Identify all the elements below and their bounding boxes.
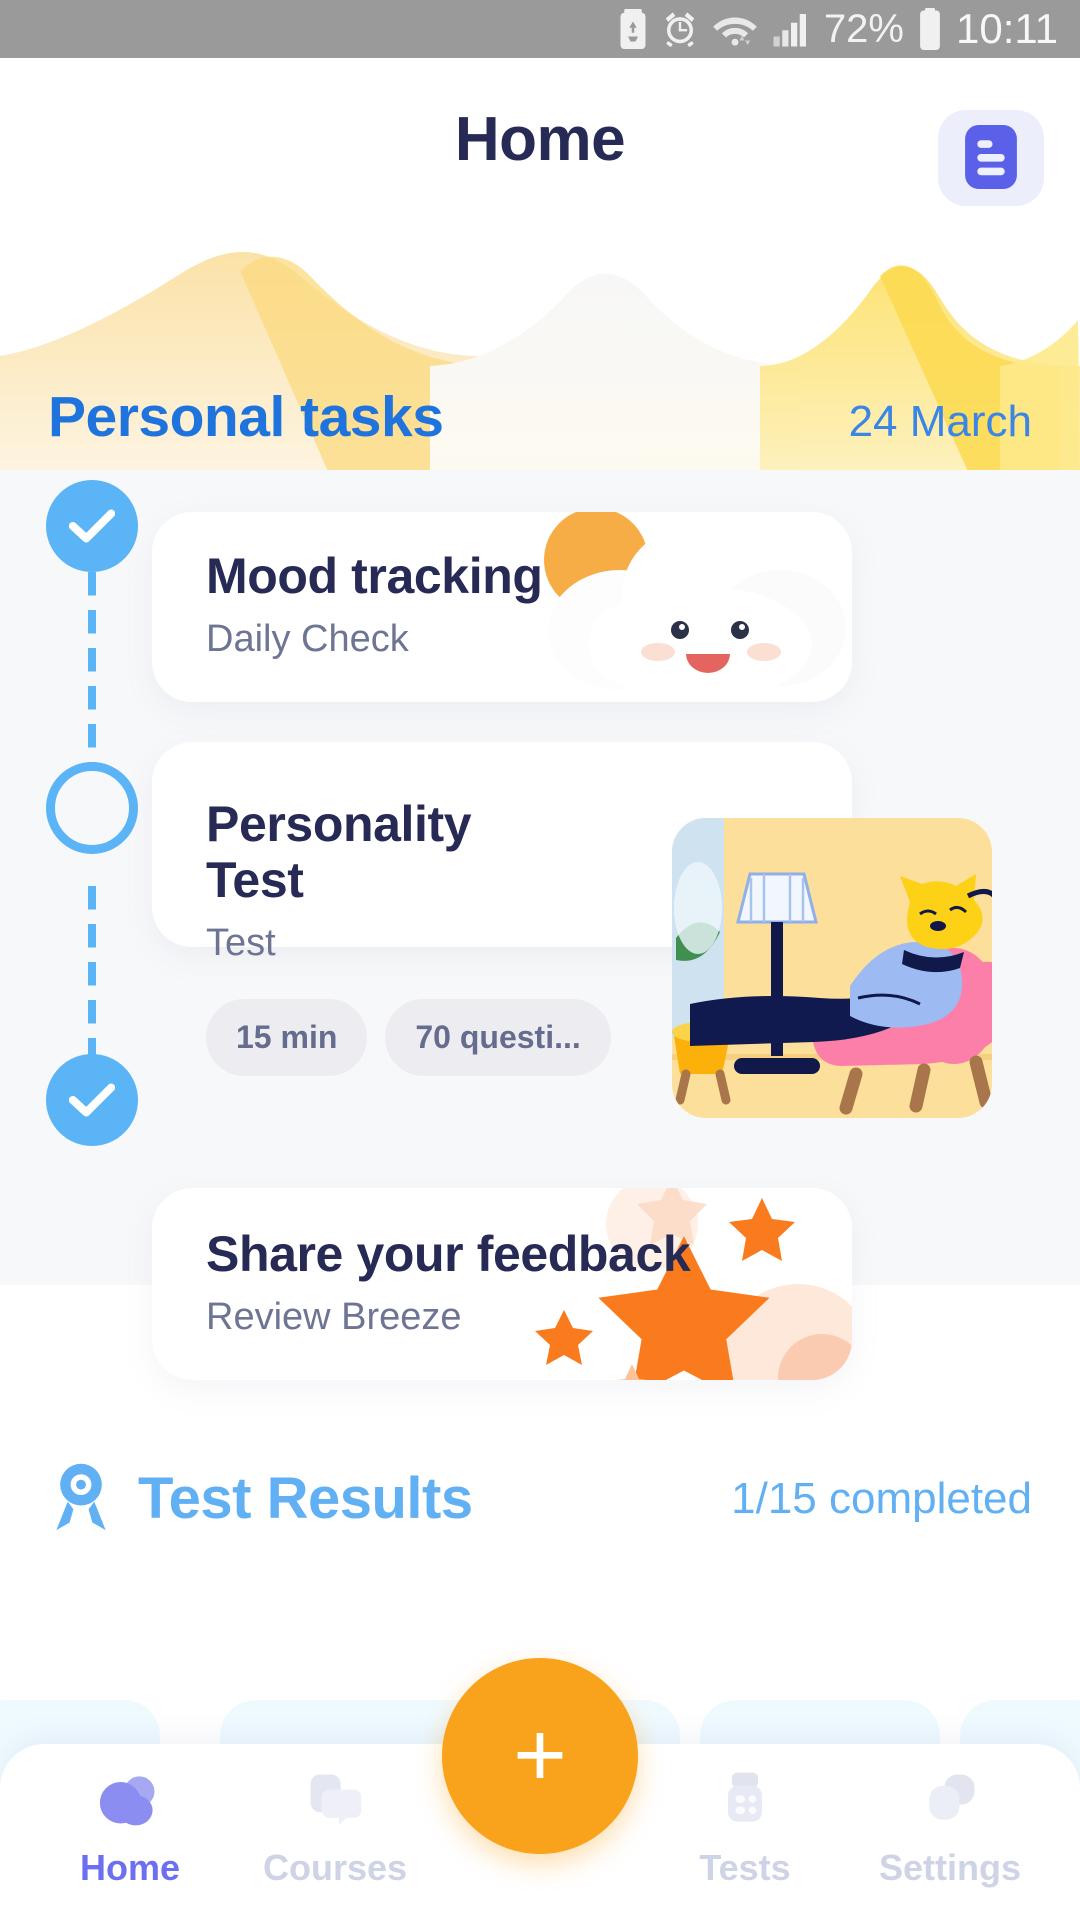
nav-label-tests: Tests — [699, 1847, 791, 1888]
task-timeline — [46, 480, 162, 1280]
alarm-icon — [661, 10, 699, 48]
timeline-dash-1 — [88, 572, 96, 794]
status-bar: 72% 10:11 — [0, 0, 1080, 58]
section-title-test-results: Test Results — [138, 1466, 473, 1531]
check-icon — [69, 1083, 115, 1117]
task-title: Mood tracking — [206, 548, 543, 604]
page-title: Home — [454, 104, 626, 174]
section-title-personal-tasks: Personal tasks — [48, 385, 444, 449]
chip-duration[interactable]: 15 min — [206, 999, 368, 1076]
nav-item-home[interactable]: Home — [30, 1770, 230, 1889]
battery-icon — [917, 8, 943, 50]
nav-item-courses[interactable]: Courses — [235, 1770, 435, 1889]
nav-item-tests[interactable]: Tests — [645, 1770, 845, 1889]
task-card-mood-tracking[interactable]: Mood tracking Daily Check — [152, 512, 852, 702]
timeline-node-current[interactable] — [46, 762, 138, 854]
nav-item-settings[interactable]: Settings — [850, 1770, 1050, 1889]
add-button[interactable]: + — [442, 1658, 638, 1854]
nav-label-home: Home — [79, 1847, 181, 1888]
document-list-icon — [964, 124, 1018, 192]
nav-label-settings: Settings — [878, 1847, 1021, 1888]
task-chips: 15 min 70 questi... — [206, 999, 611, 1076]
task-title: Share your feedback — [206, 1226, 691, 1282]
timeline-node-done-1[interactable] — [46, 480, 138, 572]
battery-percent: 72% — [823, 7, 904, 51]
check-icon — [69, 509, 115, 543]
task-card-share-feedback[interactable]: Share your feedback Review Breeze — [152, 1188, 852, 1380]
task-subtitle: Review Breeze — [206, 1296, 462, 1338]
signal-icon — [771, 9, 811, 49]
task-subtitle: Daily Check — [206, 618, 409, 660]
menu-button[interactable] — [938, 110, 1044, 206]
test-results-count: 1/15 completed — [731, 1473, 1032, 1523]
personal-tasks-header: Personal tasks 24 March — [0, 384, 1080, 450]
task-title-line1: Personality — [206, 796, 472, 852]
task-subtitle: Test — [206, 922, 276, 964]
clipboard-icon — [713, 1770, 777, 1833]
wifi-icon — [712, 9, 758, 49]
nav-label-courses: Courses — [262, 1847, 408, 1888]
home-cloud-icon — [98, 1770, 162, 1833]
battery-saver-icon — [618, 9, 648, 49]
tasks-date: 24 March — [848, 397, 1032, 446]
personality-text-block: Personality Test Test 15 min 70 questi..… — [206, 796, 611, 1076]
book-chat-icon — [303, 1770, 367, 1833]
task-title-line2: Test — [206, 852, 304, 908]
chip-questions[interactable]: 70 questi... — [385, 999, 611, 1076]
medal-ribbon-icon — [48, 1460, 114, 1537]
timeline-node-done-2[interactable] — [46, 1054, 138, 1146]
app-header: Home — [0, 58, 1080, 220]
gears-icon — [918, 1770, 982, 1833]
test-results-header: Test Results 1/15 completed — [48, 1460, 1032, 1537]
plus-icon: + — [513, 1704, 567, 1807]
cat-on-lounge-chair-illustration — [672, 818, 992, 1118]
app-screen: 72% 10:11 Home Personal tasks 24 March M… — [0, 0, 1080, 1920]
status-clock: 10:11 — [956, 5, 1058, 52]
